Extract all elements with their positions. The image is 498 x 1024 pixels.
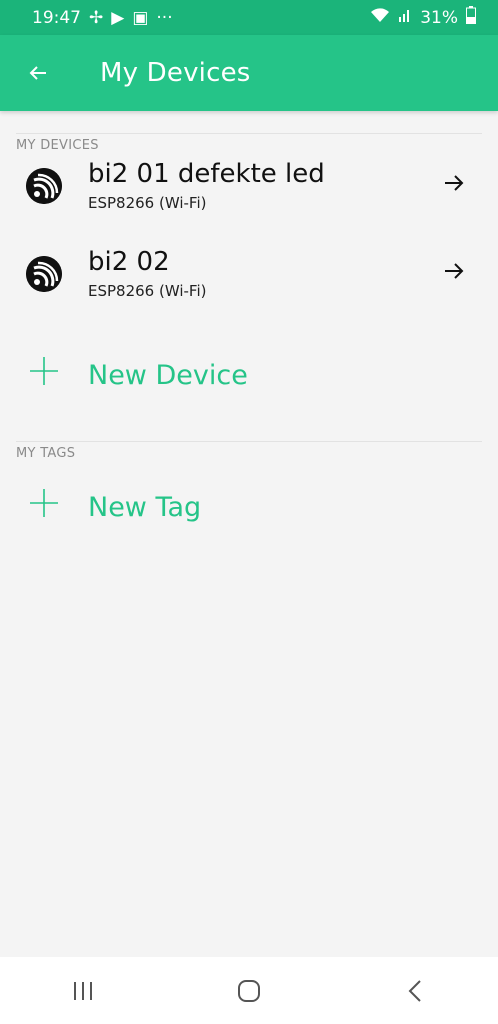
section-header-tags: MY TAGS bbox=[16, 441, 482, 461]
battery-icon bbox=[466, 6, 476, 29]
signal-icon bbox=[398, 7, 412, 28]
back-button[interactable] bbox=[0, 35, 76, 111]
back-nav-button[interactable] bbox=[375, 957, 455, 1024]
new-device-button[interactable]: New Device bbox=[0, 345, 498, 405]
notification-icon: ✢ bbox=[89, 7, 104, 28]
recent-apps-button[interactable] bbox=[43, 957, 123, 1024]
device-name: bi2 01 defekte led bbox=[88, 159, 325, 190]
status-right: 31% bbox=[370, 6, 476, 29]
app-bar: My Devices bbox=[0, 35, 498, 111]
battery-percent: 31% bbox=[420, 7, 458, 28]
device-row[interactable]: bi2 01 defekte led ESP8266 (Wi-Fi) bbox=[0, 147, 498, 225]
espressif-icon bbox=[26, 168, 62, 204]
image-icon: ▣ bbox=[132, 7, 149, 28]
device-name: bi2 02 bbox=[88, 247, 170, 278]
content: MY DEVICES bi2 01 defekte led ESP8266 (W… bbox=[0, 111, 498, 957]
new-tag-label: New Tag bbox=[88, 491, 202, 523]
new-device-label: New Device bbox=[88, 359, 248, 391]
play-store-icon: ▶ bbox=[111, 7, 125, 28]
home-button[interactable] bbox=[209, 957, 289, 1024]
home-icon bbox=[238, 979, 260, 1002]
espressif-icon bbox=[26, 256, 62, 292]
device-type: ESP8266 (Wi-Fi) bbox=[88, 193, 207, 212]
status-time: 19:47 bbox=[32, 7, 81, 28]
plus-icon bbox=[26, 355, 62, 396]
new-tag-button[interactable]: New Tag bbox=[0, 477, 498, 537]
device-text: bi2 02 ESP8266 (Wi-Fi) bbox=[88, 247, 424, 300]
arrow-right-icon[interactable] bbox=[424, 259, 484, 289]
wifi-icon bbox=[370, 7, 390, 28]
status-bar: 19:47 ✢ ▶ ▣ ··· 31% bbox=[0, 0, 498, 35]
device-text: bi2 01 defekte led ESP8266 (Wi-Fi) bbox=[88, 159, 424, 212]
status-left: 19:47 ✢ ▶ ▣ ··· bbox=[32, 8, 173, 28]
arrow-right-icon[interactable] bbox=[424, 171, 484, 201]
device-type: ESP8266 (Wi-Fi) bbox=[88, 281, 207, 300]
arrow-left-icon bbox=[29, 66, 46, 80]
plus-icon bbox=[26, 487, 62, 528]
page-title: My Devices bbox=[100, 58, 251, 88]
system-nav-bar bbox=[0, 957, 498, 1024]
more-notifications-icon: ··· bbox=[156, 7, 173, 28]
recent-apps-icon bbox=[74, 981, 92, 1000]
device-row[interactable]: bi2 02 ESP8266 (Wi-Fi) bbox=[0, 235, 498, 313]
chevron-left-icon bbox=[408, 979, 421, 1002]
